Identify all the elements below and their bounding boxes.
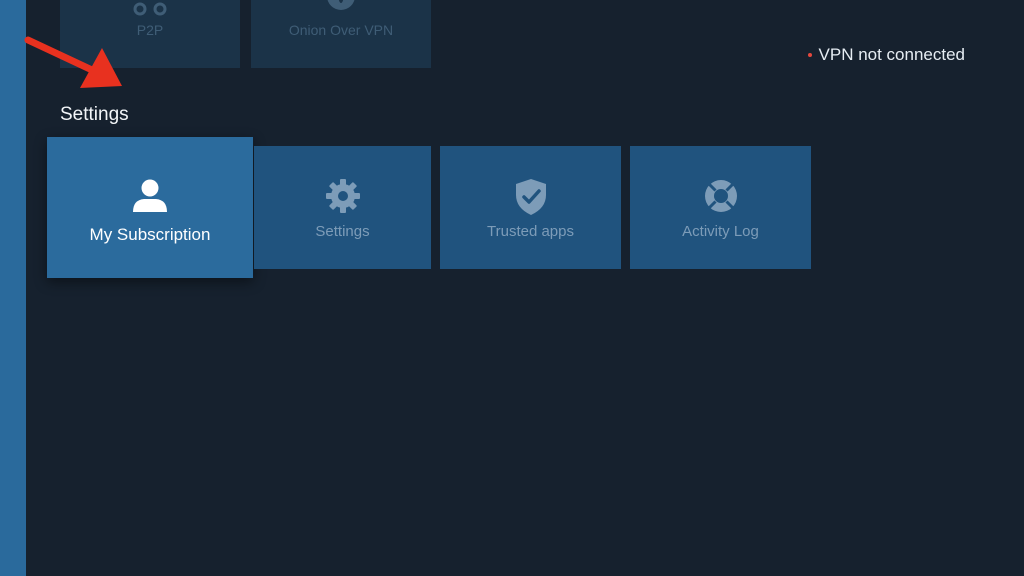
p2p-icon [133,2,167,16]
activity-log-label: Activity Log [682,223,759,240]
trusted-apps-label: Trusted apps [487,223,574,240]
settings-tile[interactable]: Settings [254,146,431,269]
user-icon [133,179,167,212]
onion-over-vpn-tile-label: Onion Over VPN [288,22,394,38]
vpn-status-text: VPN not connected [818,45,965,64]
trusted-apps-tile[interactable]: Trusted apps [440,146,621,269]
gear-icon [325,179,360,213]
my-subscription-tile[interactable]: My Subscription [47,137,253,278]
status-dot-icon [807,53,812,57]
annotation-arrow-icon [24,36,122,88]
onion-icon [327,0,355,10]
onion-over-vpn-tile[interactable]: Onion Over VPN [251,0,431,68]
shield-check-icon [515,179,546,215]
section-title: Settings [60,104,129,125]
lifebuoy-icon [704,180,737,212]
my-subscription-label: My Subscription [89,225,211,244]
vpn-status: VPN not connected [807,45,965,65]
activity-log-tile[interactable]: Activity Log [630,146,811,269]
settings-label: Settings [315,223,370,240]
